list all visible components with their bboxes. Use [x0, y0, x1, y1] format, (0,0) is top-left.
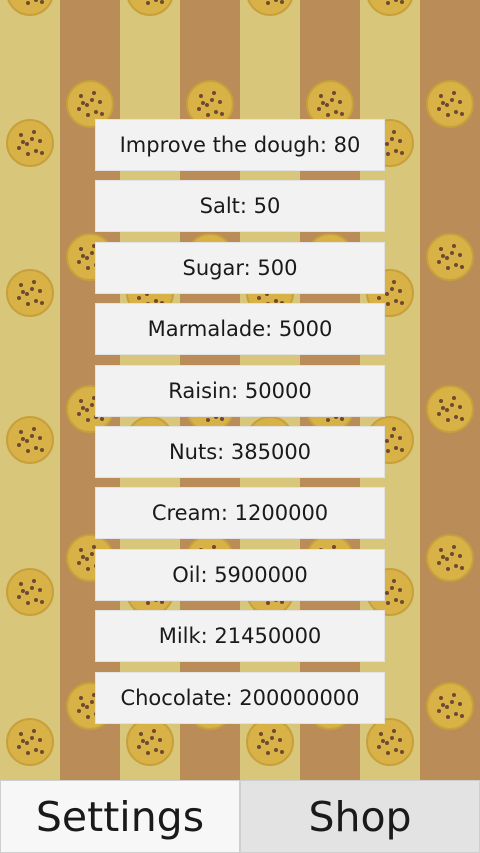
- cookie-icon: [426, 682, 474, 730]
- cookie-icon: [426, 80, 474, 128]
- bottom-bar: Settings Shop: [0, 780, 480, 853]
- upgrade-label: Nuts: 385000: [168, 439, 312, 464]
- upgrade-label: Marmalade: 5000: [147, 317, 333, 342]
- upgrade-sugar-button[interactable]: Sugar: 500: [95, 241, 385, 294]
- upgrade-list: Improve the dough: 80 Salt: 50 Sugar: 50…: [95, 119, 385, 733]
- upgrade-label: Raisin: 50000: [168, 378, 312, 403]
- cookie-icon: [6, 568, 54, 616]
- upgrade-cream-button[interactable]: Cream: 1200000: [95, 487, 385, 540]
- upgrade-label: Milk: 21450000: [158, 624, 322, 649]
- settings-button[interactable]: Settings: [0, 780, 240, 853]
- upgrade-improve-dough-button[interactable]: Improve the dough: 80: [95, 119, 385, 171]
- shop-button[interactable]: Shop: [240, 780, 480, 853]
- cookie-icon: [6, 119, 54, 167]
- upgrade-marmalade-button[interactable]: Marmalade: 5000: [95, 303, 385, 356]
- cookie-icon: [6, 269, 54, 317]
- upgrade-chocolate-button[interactable]: Chocolate: 200000000: [95, 671, 385, 724]
- upgrade-nuts-button[interactable]: Nuts: 385000: [95, 425, 385, 478]
- upgrade-label: Chocolate: 200000000: [120, 685, 360, 710]
- upgrade-milk-button[interactable]: Milk: 21450000: [95, 610, 385, 663]
- cookie-icon: [6, 416, 54, 464]
- upgrade-label: Improve the dough: 80: [119, 133, 361, 157]
- upgrade-label: Salt: 50: [199, 194, 281, 219]
- cookie-icon: [426, 233, 474, 281]
- cookie-icon: [6, 718, 54, 766]
- cookie-icon: [426, 385, 474, 433]
- upgrade-label: Sugar: 500: [182, 255, 298, 280]
- upgrade-oil-button[interactable]: Oil: 5900000: [95, 548, 385, 601]
- upgrade-label: Oil: 5900000: [172, 562, 308, 587]
- upgrade-label: Cream: 1200000: [151, 501, 329, 526]
- upgrade-salt-button[interactable]: Salt: 50: [95, 180, 385, 233]
- upgrade-raisin-button[interactable]: Raisin: 50000: [95, 364, 385, 417]
- cookie-icon: [426, 534, 474, 582]
